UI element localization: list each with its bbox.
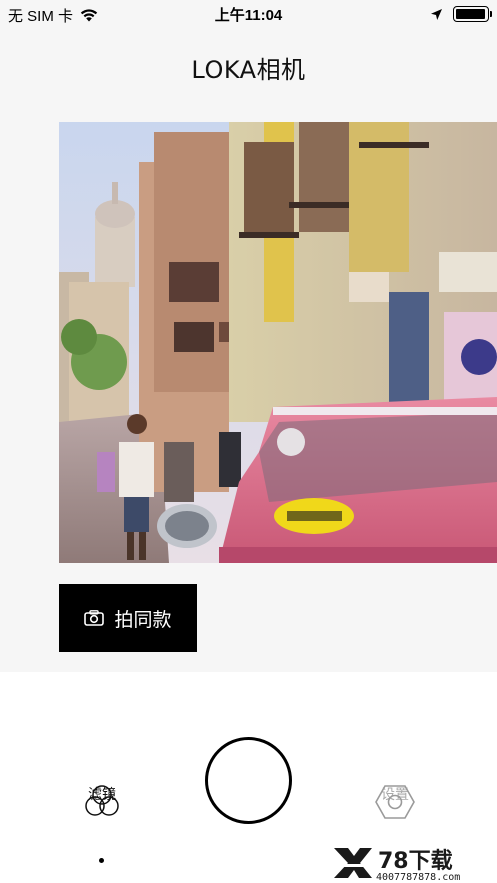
street-scene-image (59, 122, 497, 563)
shutter-button[interactable] (205, 737, 292, 824)
watermark-logo: 78下载 4007787878.com (330, 842, 492, 883)
page-title: LOKA相机 (191, 56, 306, 84)
svg-text:4007787878.com: 4007787878.com (376, 872, 460, 882)
battery-level (456, 9, 485, 19)
location-arrow-icon (431, 8, 442, 20)
status-right (430, 6, 492, 22)
status-time: 上午11:04 (214, 7, 283, 24)
same-style-button[interactable]: 拍同款 (59, 584, 197, 652)
same-style-label: 拍同款 (114, 608, 172, 631)
sample-photo[interactable] (59, 122, 497, 563)
battery-icon (453, 6, 492, 22)
filter-icon[interactable] (84, 784, 120, 818)
camera-icon (84, 610, 105, 626)
settings-hexagon-icon[interactable] (375, 784, 415, 820)
active-tab-indicator (99, 858, 104, 863)
status-bar: 无 SIM 卡 上午11:04 (0, 0, 497, 28)
svg-text:78下载: 78下载 (378, 848, 453, 874)
